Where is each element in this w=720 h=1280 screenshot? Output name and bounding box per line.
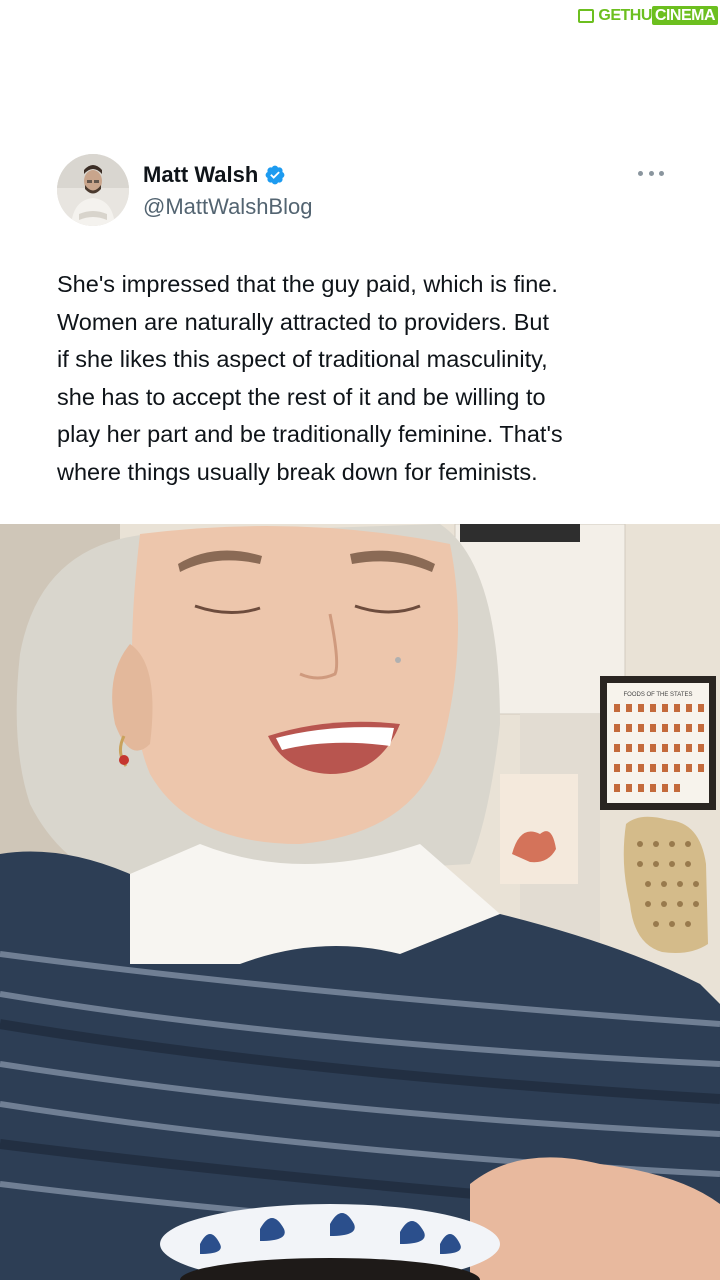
avatar[interactable]: [57, 154, 129, 226]
tweet-text-line: where things usually break down for femi…: [57, 458, 538, 485]
tweet-text-line: she has to accept the rest of it and be …: [57, 383, 546, 410]
more-options-icon[interactable]: [638, 168, 664, 178]
video-frame[interactable]: FOODS OF THE STATES: [0, 524, 720, 1280]
watermark-text-2: CINEMA: [651, 6, 718, 25]
tweet-text-line: Women are naturally attracted to provide…: [57, 308, 549, 335]
profile-photo-icon: [57, 154, 129, 226]
tweet-text-line: She's impressed that the guy paid, which…: [57, 271, 558, 297]
watermark-logo: GETHU CINEMA: [578, 4, 718, 28]
watermark-text-1: GETHU: [598, 7, 652, 24]
author-name[interactable]: Matt Walsh: [143, 162, 258, 188]
author-handle[interactable]: @MattWalshBlog: [143, 194, 312, 220]
tweet-text-line: play her part and be traditionally femin…: [57, 421, 563, 448]
print-heading: FOODS OF THE STATES: [623, 692, 692, 698]
tweet-body: She's impressed that the guy paid, which…: [57, 266, 677, 492]
camera-icon: [578, 9, 595, 23]
tweet-header: Matt Walsh @MattWalshBlog: [57, 154, 664, 228]
video-still-image: FOODS OF THE STATES: [0, 524, 720, 1280]
tweet-text-line: if she likes this aspect of traditional …: [57, 346, 548, 373]
verified-badge-icon: [265, 165, 285, 185]
